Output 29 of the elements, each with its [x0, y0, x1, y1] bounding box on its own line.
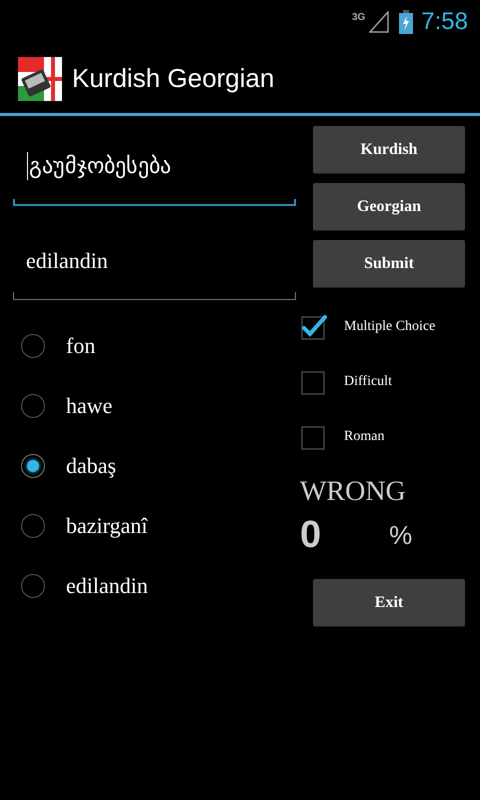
score-value: 0	[300, 514, 322, 557]
result-verdict: WRONG	[300, 476, 406, 508]
app-title: Kurdish Georgian	[72, 63, 274, 94]
answer-label[interactable]: hawe	[66, 393, 112, 419]
language-button[interactable]: Georgian	[313, 183, 465, 230]
language-button[interactable]: Submit	[313, 240, 465, 287]
checkbox[interactable]	[300, 368, 328, 394]
option-label[interactable]: Difficult	[344, 374, 392, 390]
app-icon	[18, 56, 62, 100]
battery-charging-icon	[399, 10, 414, 34]
answer-label[interactable]: fon	[66, 333, 96, 359]
answer-label[interactable]: bazirganî	[66, 513, 148, 539]
signal-icon	[369, 11, 390, 33]
radio-button[interactable]	[21, 574, 45, 598]
option-label[interactable]: Multiple Choice	[344, 318, 436, 334]
radio-button[interactable]	[21, 394, 45, 418]
answer-label[interactable]: edilandin	[66, 573, 148, 599]
language-button[interactable]: Kurdish	[313, 126, 465, 173]
exit-button[interactable]: Exit	[313, 579, 465, 626]
checkbox[interactable]	[300, 424, 328, 450]
radio-button[interactable]	[21, 514, 45, 538]
option-label[interactable]: Roman	[344, 428, 384, 444]
network-label: 3G	[352, 12, 366, 23]
percent-sign: %	[389, 520, 412, 551]
answer-label[interactable]: dabaş	[66, 453, 116, 479]
radio-button[interactable]	[21, 454, 45, 478]
checkbox[interactable]	[300, 314, 328, 340]
radio-button[interactable]	[21, 334, 45, 358]
clock-time: 7:58	[421, 8, 468, 36]
